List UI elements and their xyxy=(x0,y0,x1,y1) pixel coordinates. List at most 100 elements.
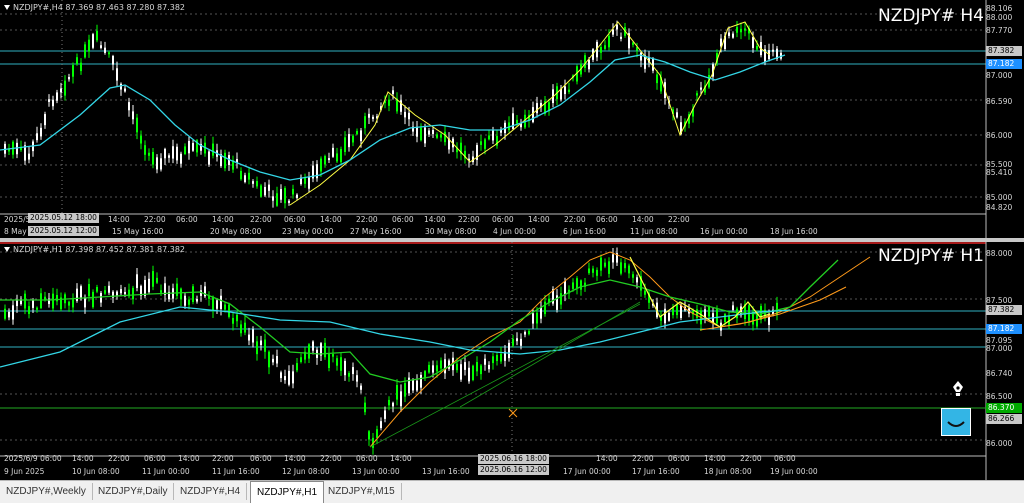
collapse-triangle-icon[interactable] xyxy=(4,5,10,10)
h4-price-label: 84.820 xyxy=(986,203,1013,212)
candle-body xyxy=(424,127,426,144)
candle-body xyxy=(268,351,270,368)
candle-body xyxy=(96,30,98,41)
candle-body xyxy=(516,338,518,342)
candle-body xyxy=(104,290,106,294)
candle-body xyxy=(52,99,54,107)
h4-time-label: 16 Jun 00:00 xyxy=(700,227,748,236)
candle-body xyxy=(284,187,286,204)
tab-nzdjpy-h4[interactable]: NZDJPY#,H4 xyxy=(174,483,248,500)
candle-body xyxy=(360,385,362,390)
candle-body xyxy=(672,307,674,316)
candle-body xyxy=(532,107,534,123)
candle-body xyxy=(172,146,174,159)
fountain-pen-icon[interactable] xyxy=(950,380,966,398)
candle-body xyxy=(652,58,654,71)
h1-time-label: 9 Jun 2025 xyxy=(4,467,45,476)
candle-body xyxy=(612,29,614,35)
candle-body xyxy=(88,284,90,297)
candle-body xyxy=(464,362,466,370)
h4-time-label: 27 May 16:00 xyxy=(350,227,402,236)
candle-body xyxy=(756,46,758,50)
candle-body xyxy=(128,102,130,111)
tab-nzdjpy-h1[interactable]: NZDJPY#,H1 xyxy=(250,481,325,503)
candle-body xyxy=(148,278,150,293)
candle-body xyxy=(624,263,626,269)
h1-chart-panel[interactable]: NZDJPY#,H1 87.398 87.452 87.381 87.382 N… xyxy=(0,242,1024,480)
candle-body xyxy=(640,52,642,61)
candle-body xyxy=(428,364,430,373)
candle-body xyxy=(344,137,346,152)
candle-body xyxy=(44,114,46,126)
candle-body xyxy=(212,296,214,312)
candle-body xyxy=(188,299,190,305)
h1-price-label: 86.740 xyxy=(986,369,1013,378)
candle-body xyxy=(448,360,450,369)
candle-body xyxy=(620,36,622,39)
candle-body xyxy=(628,265,630,274)
candle-body xyxy=(116,68,118,81)
candle-body xyxy=(4,308,6,319)
candle-body xyxy=(260,340,262,346)
h4-time-label-upper: 14:00 xyxy=(424,215,446,224)
candle-body xyxy=(756,314,758,327)
h4-time-label-upper: 14:00 xyxy=(320,215,342,224)
candle-body xyxy=(256,341,258,355)
tab-nzdjpy-daily[interactable]: NZDJPY#,Daily xyxy=(92,483,175,500)
candle-body xyxy=(36,133,38,141)
candle-body xyxy=(596,269,598,276)
candle-body xyxy=(416,126,418,137)
candle-body xyxy=(28,306,30,314)
candle-body xyxy=(52,293,54,309)
candle-body xyxy=(420,127,422,141)
candle-body xyxy=(752,37,754,48)
tab-nzdjpy-weekly[interactable]: NZDJPY#,Weekly xyxy=(0,483,93,500)
h4-price-label: 86.590 xyxy=(986,97,1013,106)
h1-time-label-upper: 22:00 xyxy=(740,454,762,463)
candle-body xyxy=(392,402,394,407)
h4-chart-panel[interactable]: NZDJPY#,H4 87.369 87.463 87.280 87.382 N… xyxy=(0,0,1024,238)
candle-body xyxy=(156,277,158,283)
candle-body xyxy=(92,34,94,48)
tab-nzdjpy-m15[interactable]: NZDJPY#,M15 xyxy=(322,483,402,500)
candle-body xyxy=(416,380,418,391)
h1-time-label-upper: 06:00 xyxy=(356,454,378,463)
candle-body xyxy=(460,364,462,380)
h1-time-label-upper: 14:00 xyxy=(178,454,200,463)
candle-body xyxy=(700,87,702,90)
candle-body xyxy=(580,280,582,290)
h4-time-label-upper: 14:00 xyxy=(528,215,550,224)
candle-body xyxy=(220,295,222,309)
h4-symbol-title: NZDJPY# H4 xyxy=(878,6,984,26)
smile-badge-icon[interactable] xyxy=(941,408,971,436)
h1-time-label: 19 Jun 00:00 xyxy=(770,467,818,476)
candle-body xyxy=(144,145,146,155)
candle-body xyxy=(296,363,298,371)
candle-body xyxy=(148,152,150,156)
candle-body xyxy=(364,116,366,129)
candle-body xyxy=(664,308,666,324)
candle-body xyxy=(500,353,502,362)
candle-body xyxy=(264,186,266,196)
candle-body xyxy=(412,379,414,391)
candle-body xyxy=(180,288,182,300)
candle-body xyxy=(100,45,102,48)
candle-body xyxy=(520,338,522,346)
candle-body xyxy=(64,80,66,96)
candle-body xyxy=(276,356,278,364)
h1-time-label-upper: 06:00 xyxy=(774,454,796,463)
collapse-triangle-icon[interactable] xyxy=(4,247,10,252)
h1-header: NZDJPY#,H1 87.398 87.452 87.381 87.382 xyxy=(4,245,185,254)
candle-body xyxy=(160,290,162,293)
h4-price-label: 87.000 xyxy=(986,71,1013,80)
zigzag-line xyxy=(289,21,771,206)
candle-body xyxy=(8,311,10,318)
h4-crosshair-time-tag: 2025.05.12 18:00 xyxy=(28,213,99,223)
candle-body xyxy=(612,254,614,263)
candle-body xyxy=(236,314,238,322)
candle-body xyxy=(404,111,406,118)
candle-body xyxy=(40,127,42,137)
candle-body xyxy=(252,181,254,184)
candle-body xyxy=(68,301,70,306)
candle-body xyxy=(352,135,354,143)
